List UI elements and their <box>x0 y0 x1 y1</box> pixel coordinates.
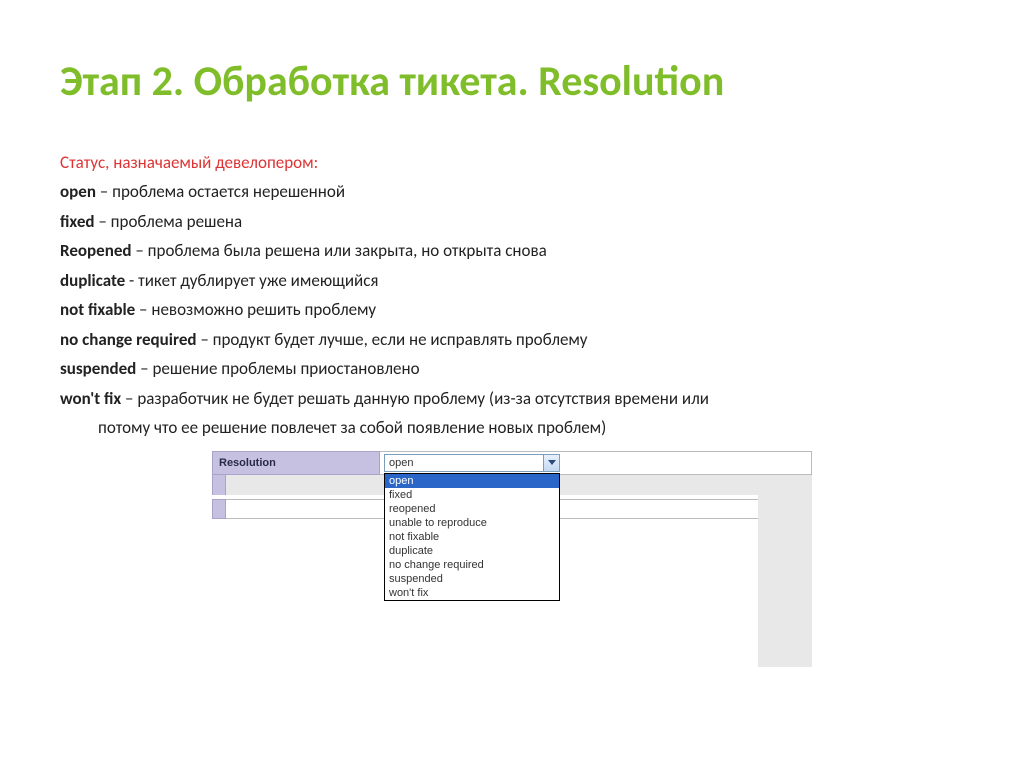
def-open-term: open <box>60 181 96 202</box>
resolution-field-cell: open <box>380 451 812 475</box>
def-wontfix-cont: потому что ее решение повлечет за собой … <box>60 415 964 441</box>
definition-list: open – проблема остается нерешенной fixe… <box>60 179 964 441</box>
def-reopened: Reopened – проблема была решена или закр… <box>60 238 964 264</box>
dropdown-option[interactable]: won't fix <box>385 586 559 600</box>
def-wontfix-term: won't fix <box>60 388 121 409</box>
def-notfixable-term: not fixable <box>60 299 135 320</box>
def-nochange-desc: – продукт будет лучше, если не исправлят… <box>197 329 588 350</box>
chevron-down-icon <box>548 460 556 466</box>
resolution-select-value: open <box>385 457 543 469</box>
dropdown-option[interactable]: unable to reproduce <box>385 516 559 530</box>
def-fixed: fixed – проблема решена <box>60 209 964 235</box>
dropdown-option[interactable]: open <box>385 474 559 488</box>
def-reopened-term: Reopened <box>60 240 132 261</box>
resolution-label: Resolution <box>212 451 380 475</box>
dropdown-option[interactable]: not fixable <box>385 530 559 544</box>
dropdown-button[interactable] <box>543 455 559 471</box>
dropdown-option[interactable]: fixed <box>385 488 559 502</box>
dropdown-option[interactable]: reopened <box>385 502 559 516</box>
def-suspended-desc: – решение проблемы приостановлено <box>136 358 419 379</box>
status-subtitle: Статус, назначаемый девелопером: <box>60 152 964 173</box>
def-duplicate-term: duplicate <box>60 270 125 291</box>
def-reopened-desc: – проблема была решена или закрыта, но о… <box>132 240 547 261</box>
def-suspended-term: suspended <box>60 358 136 379</box>
resolution-row: Resolution open <box>212 451 812 475</box>
dropdown-option[interactable]: suspended <box>385 572 559 586</box>
def-duplicate: duplicate - тикет дублирует уже имеющийс… <box>60 268 964 294</box>
def-fixed-term: fixed <box>60 211 95 232</box>
row-marker-2 <box>212 499 226 519</box>
def-open-desc: – проблема остается нерешенной <box>96 181 345 202</box>
def-open: open – проблема остается нерешенной <box>60 179 964 205</box>
def-wontfix: won't fix – разработчик не будет решать … <box>60 386 964 412</box>
def-notfixable-desc: – невозможно решить проблему <box>135 299 376 320</box>
def-notfixable: not fixable – невозможно решить проблему <box>60 297 964 323</box>
def-wontfix-desc: – разработчик не будет решать данную про… <box>121 388 709 409</box>
dropdown-option[interactable]: no change required <box>385 558 559 572</box>
resolution-select[interactable]: open <box>384 454 560 472</box>
slide: Этап 2. Обработка тикета. Resolution Ста… <box>0 0 1024 519</box>
row-marker <box>212 475 226 495</box>
slide-title: Этап 2. Обработка тикета. Resolution <box>60 58 964 106</box>
def-nochange-term: no change required <box>60 329 197 350</box>
def-fixed-desc: – проблема решена <box>95 211 243 232</box>
side-gray-block <box>758 491 812 667</box>
def-nochange: no change required – продукт будет лучше… <box>60 327 964 353</box>
def-duplicate-desc: - тикет дублирует уже имеющийся <box>125 270 378 291</box>
dropdown-option[interactable]: duplicate <box>385 544 559 558</box>
def-suspended: suspended – решение проблемы приостановл… <box>60 356 964 382</box>
resolution-dropdown-list[interactable]: open fixed reopened unable to reproduce … <box>384 473 560 601</box>
form-screenshot: Resolution open open fi <box>212 451 812 519</box>
